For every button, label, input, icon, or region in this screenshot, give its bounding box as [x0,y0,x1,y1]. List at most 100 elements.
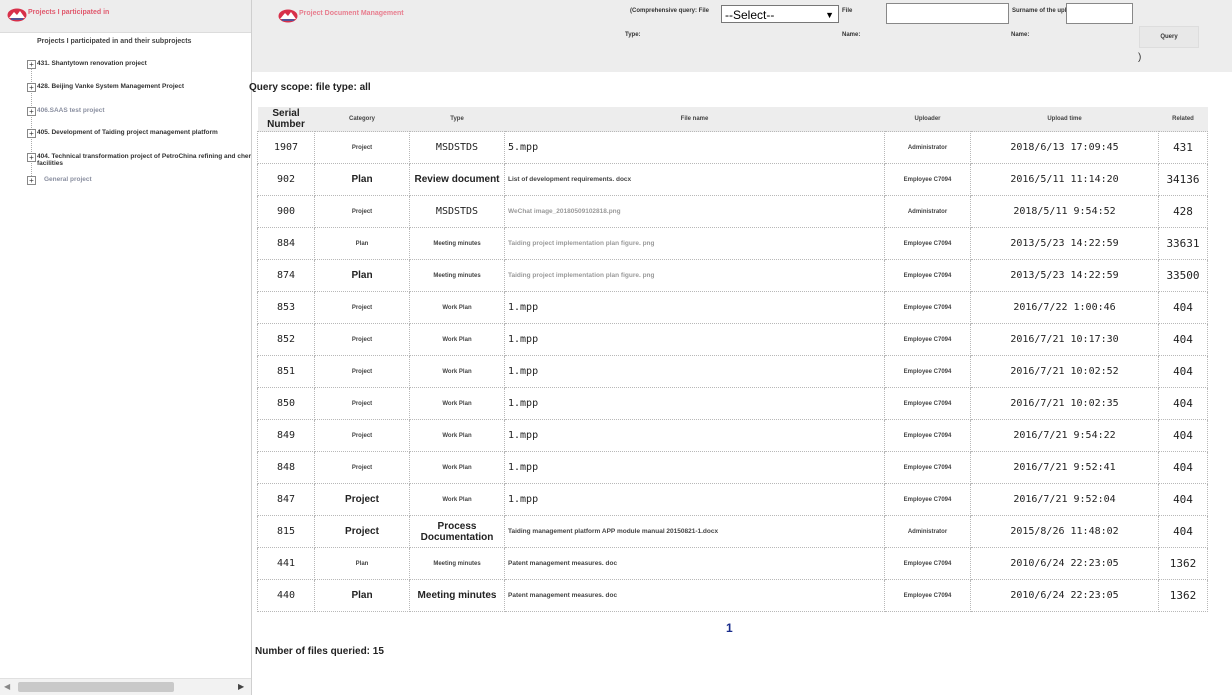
cell-serial: 849 [257,419,315,452]
cell-serial: 853 [257,291,315,324]
table-row[interactable]: 850 Project Work Plan 1.mpp Employee C70… [257,387,1208,420]
table-row[interactable]: 440 Plan Meeting minutes Patent manageme… [257,579,1208,612]
cell-file-link[interactable]: 5.mpp [504,131,885,164]
cell-type: MSDSTDS [409,131,505,164]
tree-item-label[interactable]: 405. Development of Taiding project mana… [37,129,218,136]
scrollbar-thumb[interactable] [18,682,174,692]
expand-icon[interactable]: + [27,176,36,185]
cell-category: Project [314,387,410,420]
cell-uploader: Employee C7094 [884,451,971,484]
cell-serial: 440 [257,579,315,612]
cell-type: Process Documentation [409,515,505,548]
cell-upload-time: 2016/7/21 10:02:35 [970,387,1159,420]
cell-category: Project [314,291,410,324]
table-row[interactable]: 902 Plan Review document List of develop… [257,163,1208,196]
cell-related: 33631 [1158,227,1208,260]
table-row[interactable]: 884 Plan Meeting minutes Taiding project… [257,227,1208,260]
uploader-name-input[interactable] [1066,3,1133,24]
cell-file-link[interactable]: Patent management measures. doc [504,547,885,580]
tree-item-label[interactable]: General project [44,176,92,183]
file-name-input[interactable] [886,3,1009,24]
column-header-serial[interactable]: Serial Number [257,107,315,132]
cell-category: Plan [314,259,410,292]
cell-file-link[interactable]: Patent management measures. doc [504,579,885,612]
column-header-upload-time[interactable]: Upload time [970,107,1159,132]
cell-serial: 847 [257,483,315,516]
page-link-current[interactable]: 1 [726,621,733,635]
cell-category: Project [314,131,410,164]
sidebar-horizontal-scrollbar[interactable]: ◀ ▶ [0,678,251,695]
cell-upload-time: 2013/5/23 14:22:59 [970,227,1159,260]
table-row[interactable]: 441 Plan Meeting minutes Patent manageme… [257,547,1208,580]
column-header-type[interactable]: Type [409,107,505,132]
expand-icon[interactable]: + [27,83,36,92]
cell-related: 404 [1158,291,1208,324]
query-button[interactable]: Query [1139,26,1199,48]
table-row[interactable]: 874 Plan Meeting minutes Taiding project… [257,259,1208,292]
cell-category: Project [314,355,410,388]
cell-type: Work Plan [409,387,505,420]
table-row[interactable]: 847 Project Work Plan 1.mpp Employee C70… [257,483,1208,516]
table-row[interactable]: 815 Project Process Documentation Taidin… [257,515,1208,548]
table-row[interactable]: 849 Project Work Plan 1.mpp Employee C70… [257,419,1208,452]
table-row[interactable]: 852 Project Work Plan 1.mpp Employee C70… [257,323,1208,356]
cell-related: 404 [1158,355,1208,388]
cell-uploader: Employee C7094 [884,323,971,356]
cell-type: Meeting minutes [409,227,505,260]
cell-file-link[interactable]: 1.mpp [504,387,885,420]
tree-item-label[interactable]: 428. Beijing Vanke System Management Pro… [37,83,184,90]
file-type-select[interactable]: --Select-- ▼ [721,5,839,23]
app-title: Project Document Management [299,10,404,17]
cell-category: Project [314,419,410,452]
cell-file-link[interactable]: WeChat image_20180509102818.png [504,195,885,228]
file-type-label-2: Type: [625,32,641,38]
tree-item-label[interactable]: 431. Shantytown renovation project [37,60,147,67]
cell-upload-time: 2016/5/11 11:14:20 [970,163,1159,196]
table-row[interactable]: 848 Project Work Plan 1.mpp Employee C70… [257,451,1208,484]
table-row[interactable]: 1907 Project MSDSTDS 5.mpp Administrator… [257,131,1208,164]
cell-file-link[interactable]: 1.mpp [504,419,885,452]
column-header-related[interactable]: Related [1158,107,1208,132]
expand-icon[interactable]: + [27,153,36,162]
query-close-paren: ) [1138,52,1142,63]
column-header-file-name[interactable]: File name [504,107,885,132]
cell-uploader: Employee C7094 [884,387,971,420]
tree-item-label[interactable]: 404. Technical transformation project of… [37,153,251,167]
cell-uploader: Administrator [884,195,971,228]
cell-upload-time: 2016/7/22 1:00:46 [970,291,1159,324]
cell-file-link[interactable]: 1.mpp [504,355,885,388]
tree-item-label[interactable]: 406.SAAS test project [37,107,105,114]
cell-related: 404 [1158,419,1208,452]
cell-file-link[interactable]: Taiding management platform APP module m… [504,515,885,548]
table-row[interactable]: 851 Project Work Plan 1.mpp Employee C70… [257,355,1208,388]
cell-uploader: Employee C7094 [884,579,971,612]
expand-icon[interactable]: + [27,60,36,69]
scroll-left-arrow-icon[interactable]: ◀ [4,682,10,691]
cell-type: MSDSTDS [409,195,505,228]
expand-icon[interactable]: + [27,107,36,116]
cell-uploader: Employee C7094 [884,291,971,324]
cell-file-link[interactable]: 1.mpp [504,323,885,356]
cell-file-link[interactable]: List of development requirements. docx [504,163,885,196]
cell-related: 404 [1158,515,1208,548]
cell-file-link[interactable]: 1.mpp [504,483,885,516]
column-header-category[interactable]: Category [314,107,410,132]
cell-related: 404 [1158,323,1208,356]
expand-icon[interactable]: + [27,129,36,138]
cell-category: Project [314,323,410,356]
cell-file-link[interactable]: 1.mpp [504,291,885,324]
cell-related: 1362 [1158,579,1208,612]
file-name-label-2: Name: [842,32,861,38]
cell-file-link[interactable]: 1.mpp [504,451,885,484]
table-row[interactable]: 900 Project MSDSTDS WeChat image_2018050… [257,195,1208,228]
cell-serial: 900 [257,195,315,228]
cell-file-link[interactable]: Taiding project implementation plan figu… [504,259,885,292]
cell-category: Project [314,483,410,516]
query-scope-text: Query scope: file type: all [249,82,371,93]
cell-file-link[interactable]: Taiding project implementation plan figu… [504,227,885,260]
scroll-right-arrow-icon[interactable]: ▶ [238,682,244,691]
table-row[interactable]: 853 Project Work Plan 1.mpp Employee C70… [257,291,1208,324]
cell-upload-time: 2016/7/21 9:52:41 [970,451,1159,484]
cell-related: 404 [1158,483,1208,516]
column-header-uploader[interactable]: Uploader [884,107,971,132]
